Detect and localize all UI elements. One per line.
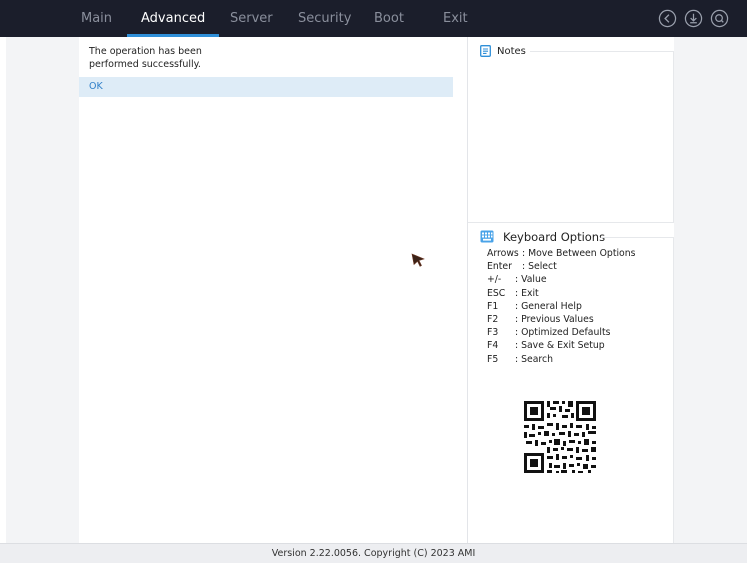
- key-name: F4: [487, 340, 499, 352]
- right-gutter: [674, 37, 747, 543]
- mouse-cursor-icon: [411, 253, 425, 267]
- key-description: : Optimized Defaults: [515, 327, 611, 339]
- search-icon[interactable]: [710, 9, 729, 28]
- tab-boot[interactable]: Boot: [374, 0, 404, 37]
- tab-advanced[interactable]: Advanced: [126, 0, 220, 37]
- keyboard-options-list: Arrows : Move Between Options Enter : Se…: [487, 247, 667, 366]
- left-gutter: [6, 37, 79, 543]
- key-row-f5: F5 : Search: [487, 353, 667, 366]
- key-name: F2: [487, 313, 499, 325]
- bottom-strip: [0, 563, 747, 569]
- panel-divider: [467, 37, 468, 543]
- key-row-f4: F4 : Save & Exit Setup: [487, 339, 667, 352]
- tab-server[interactable]: Server: [230, 0, 273, 37]
- key-name: F3: [487, 327, 499, 339]
- notes-icon: [480, 45, 491, 57]
- ok-button[interactable]: OK: [79, 77, 453, 97]
- keyboard-border-right: [673, 237, 674, 543]
- key-name: F1: [487, 300, 499, 312]
- key-row-arrows: Arrows : Move Between Options: [487, 247, 667, 260]
- key-row-f3: F3 : Optimized Defaults: [487, 326, 667, 339]
- key-description: : Value: [515, 274, 547, 286]
- key-name: F5: [487, 353, 499, 365]
- status-message-line2: performed successfully.: [89, 59, 201, 70]
- key-name: Arrows: [487, 248, 519, 259]
- key-name: +/-: [487, 274, 502, 286]
- tab-exit[interactable]: Exit: [443, 0, 468, 37]
- key-description: : Select: [522, 261, 557, 273]
- qr-code-icon: [516, 395, 604, 481]
- key-description: : General Help: [515, 300, 582, 312]
- key-row-f2: F2 : Previous Values: [487, 313, 667, 326]
- notes-header-line: [530, 51, 673, 52]
- tab-main[interactable]: Main: [81, 0, 112, 37]
- key-row-enter: Enter : Select: [487, 260, 667, 273]
- notes-border-right: [673, 51, 674, 222]
- status-message: The operation has been performed success…: [89, 45, 289, 71]
- ok-button-label: OK: [89, 81, 103, 92]
- notes-title: Notes: [497, 46, 526, 57]
- key-row-f1: F1 : General Help: [487, 300, 667, 313]
- tab-security[interactable]: Security: [298, 0, 351, 37]
- keyboard-header-line: [601, 237, 673, 238]
- back-icon[interactable]: [658, 9, 677, 28]
- keyboard-icon: [480, 230, 494, 243]
- status-footer: Version 2.22.0056. Copyright (C) 2023 AM…: [0, 543, 747, 563]
- key-description: : Move Between Options: [522, 248, 636, 259]
- key-row-plus-minus: +/- : Value: [487, 273, 667, 286]
- key-description: : Save & Exit Setup: [515, 340, 605, 352]
- key-name: ESC: [487, 287, 506, 299]
- version-copyright: Version 2.22.0056. Copyright (C) 2023 AM…: [271, 548, 476, 559]
- download-icon[interactable]: [684, 9, 703, 28]
- top-menu-bar: Main Advanced Server Security Boot Exit: [0, 0, 747, 37]
- key-name: Enter: [487, 261, 512, 273]
- key-description: : Search: [515, 353, 554, 365]
- notes-border-bottom: [468, 222, 674, 223]
- status-message-line1: The operation has been: [89, 46, 202, 57]
- keyboard-options-title: Keyboard Options: [503, 230, 606, 244]
- key-description: : Previous Values: [515, 313, 594, 325]
- key-row-esc: ESC : Exit: [487, 287, 667, 300]
- key-description: : Exit: [515, 287, 539, 299]
